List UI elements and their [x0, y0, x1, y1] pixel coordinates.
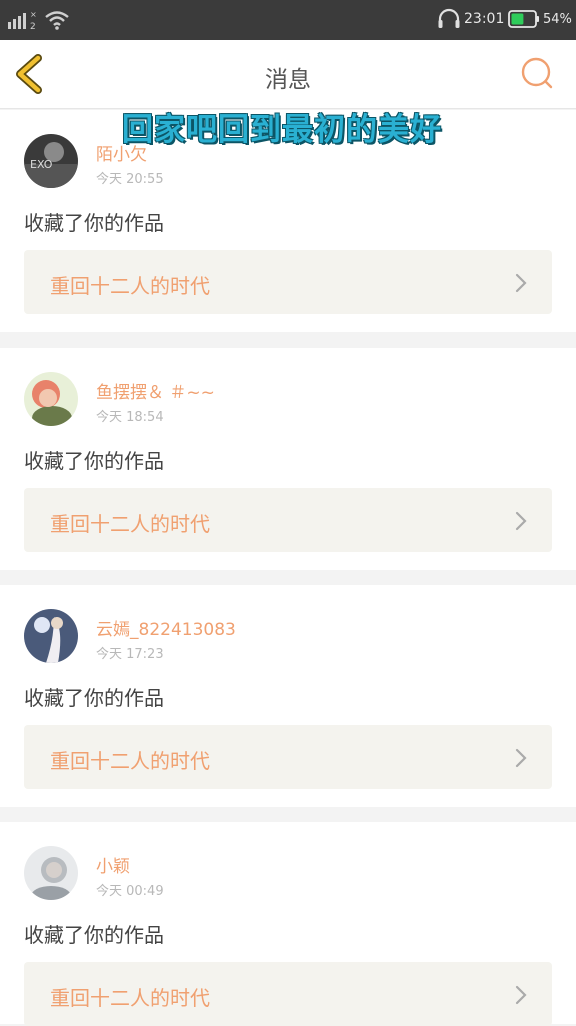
avatar[interactable] [24, 846, 78, 900]
avatar[interactable] [24, 609, 78, 663]
battery-percent: 54% [543, 12, 572, 27]
headset-icon [438, 8, 460, 28]
notification-card: 鱼摆摆＆ ＃~~ 今天 18:54 收藏了你的作品 重回十二人的时代 [0, 348, 576, 570]
timestamp: 今天 18:54 [96, 410, 164, 425]
svg-text:EXO: EXO [30, 158, 53, 171]
chevron-right-icon [515, 748, 527, 768]
search-button[interactable] [518, 55, 556, 93]
notification-card: 小颖 今天 00:49 收藏了你的作品 重回十二人的时代 [0, 822, 576, 1026]
sim-label: 2 [30, 22, 36, 30]
work-link[interactable]: 重回十二人的时代 [24, 725, 552, 789]
page-title: 消息 [265, 67, 311, 93]
work-title: 重回十二人的时代 [50, 986, 210, 1010]
work-title: 重回十二人的时代 [50, 274, 210, 298]
timestamp: 今天 00:49 [96, 884, 164, 899]
chevron-right-icon [515, 511, 527, 531]
timestamp: 今天 20:55 [96, 172, 164, 187]
action-text: 收藏了你的作品 [24, 686, 164, 710]
avatar[interactable] [24, 372, 78, 426]
notification-card: 云嫣_822413083 今天 17:23 收藏了你的作品 重回十二人的时代 [0, 585, 576, 807]
action-text: 收藏了你的作品 [24, 449, 164, 473]
username[interactable]: 云嫣_822413083 [96, 615, 236, 640]
clock: 23:01 [464, 11, 505, 27]
work-title: 重回十二人的时代 [50, 749, 210, 773]
work-link[interactable]: 重回十二人的时代 [24, 250, 552, 314]
timestamp: 今天 17:23 [96, 647, 164, 662]
wifi-icon [45, 11, 69, 30]
username[interactable]: 小颖 [96, 852, 130, 877]
action-text: 收藏了你的作品 [24, 211, 164, 235]
action-text: 收藏了你的作品 [24, 923, 164, 947]
status-bar: × 2 23:01 54% [0, 0, 576, 40]
work-title: 重回十二人的时代 [50, 512, 210, 536]
work-link[interactable]: 重回十二人的时代 [24, 962, 552, 1026]
username[interactable]: 鱼摆摆＆ ＃~~ [96, 378, 215, 403]
chevron-right-icon [515, 985, 527, 1005]
app-header: 消息 [0, 40, 576, 109]
svg-text:×: × [30, 10, 37, 19]
battery-icon [508, 10, 539, 28]
chevron-right-icon [515, 273, 527, 293]
avatar[interactable]: EXO [24, 134, 78, 188]
work-link[interactable]: 重回十二人的时代 [24, 488, 552, 552]
signal-icon: × 2 [8, 10, 37, 30]
overlay-slogan: 回家吧回到最初的美好 [122, 112, 442, 148]
search-icon [521, 57, 553, 89]
